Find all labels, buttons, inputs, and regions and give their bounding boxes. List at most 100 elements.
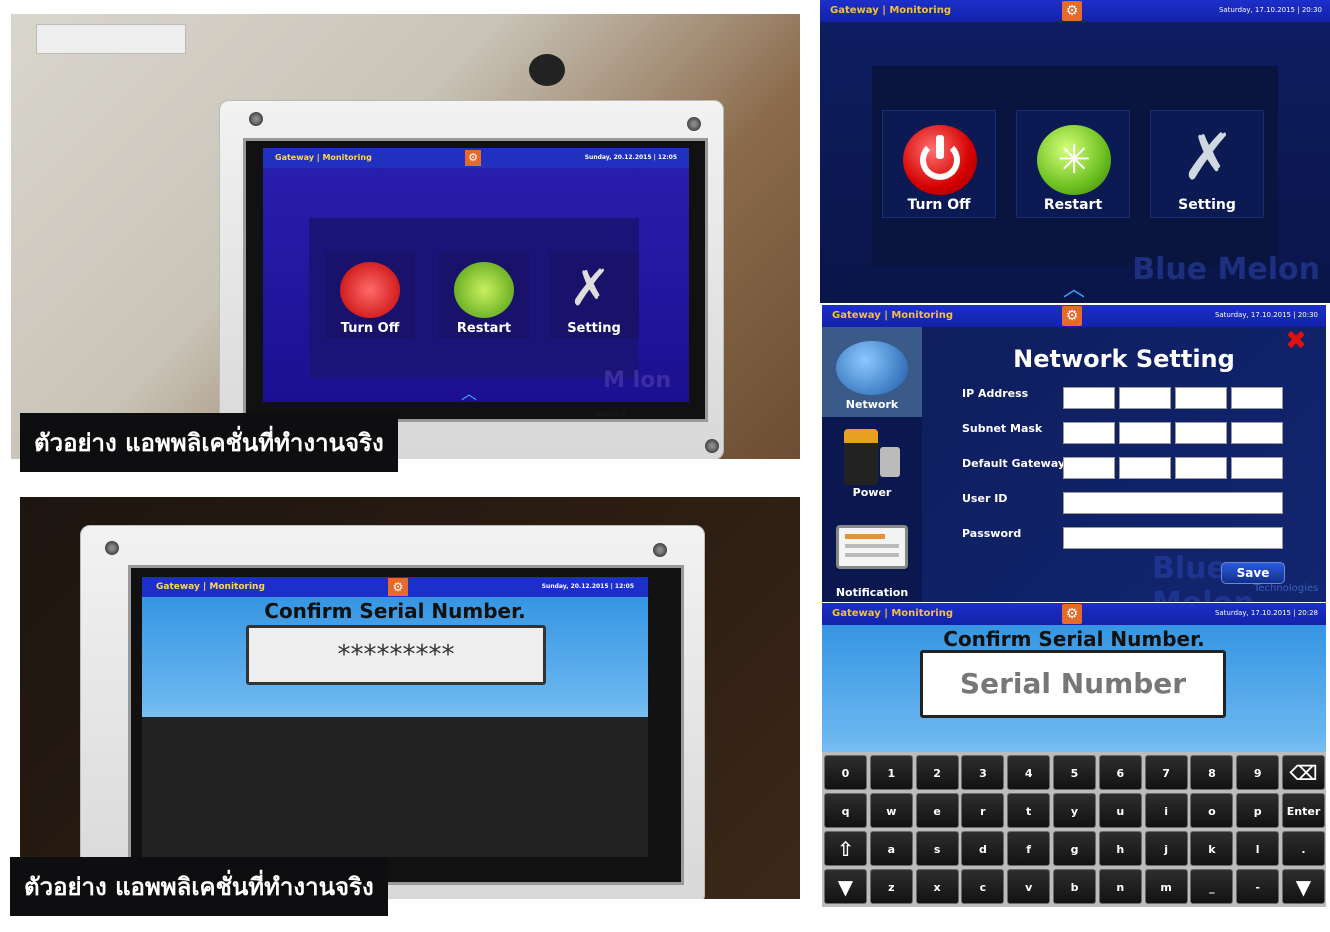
ip-octet-3-input[interactable] bbox=[1175, 387, 1227, 409]
key-s[interactable]: s bbox=[915, 831, 959, 866]
key-.[interactable]: . bbox=[1282, 831, 1325, 866]
mount-hole bbox=[529, 54, 565, 86]
key-g[interactable]: g bbox=[1053, 831, 1096, 866]
chevron-up-icon[interactable]: ︿ bbox=[461, 380, 477, 404]
key-r[interactable]: r bbox=[961, 793, 1005, 828]
ip-octet-2-input[interactable] bbox=[1119, 387, 1171, 409]
key-9[interactable]: 9 bbox=[1236, 755, 1280, 790]
key-y[interactable]: y bbox=[1053, 793, 1096, 828]
photo-tile-setting[interactable]: ✗ Setting bbox=[549, 252, 639, 338]
header-date: Saturday, 17.10.2015 | 20:30 bbox=[1214, 311, 1318, 319]
key-7[interactable]: 7 bbox=[1144, 755, 1188, 790]
photo-turn-off-label: Turn Off bbox=[340, 321, 400, 336]
key-j[interactable]: j bbox=[1144, 831, 1188, 866]
device-label: AA1031-5 bbox=[596, 411, 626, 418]
subnet-octet-2-input[interactable] bbox=[1119, 422, 1171, 444]
restart-icon bbox=[454, 262, 514, 318]
ip-octet-1-input[interactable] bbox=[1063, 387, 1115, 409]
screw bbox=[249, 112, 263, 126]
key-3[interactable]: 3 bbox=[961, 755, 1005, 790]
save-button[interactable]: Save bbox=[1221, 562, 1285, 584]
user-id-input[interactable] bbox=[1063, 492, 1283, 514]
key-5[interactable]: 5 bbox=[1053, 755, 1096, 790]
subnet-octet-3-input[interactable] bbox=[1175, 422, 1227, 444]
key-e[interactable]: e bbox=[915, 793, 959, 828]
backspace-key[interactable]: ⌫ bbox=[1282, 755, 1325, 790]
photo-tile-turn-off[interactable]: Turn Off bbox=[325, 252, 415, 338]
key-f[interactable]: f bbox=[1007, 831, 1051, 866]
password-input[interactable] bbox=[1063, 527, 1283, 549]
subnet-mask-label: Subnet Mask bbox=[962, 422, 1043, 435]
subnet-octet-4-input[interactable] bbox=[1231, 422, 1283, 444]
enter-key[interactable]: Enter bbox=[1282, 793, 1325, 828]
key-t[interactable]: t bbox=[1007, 793, 1051, 828]
nav-notification-label: Notification bbox=[835, 586, 909, 599]
serial-number-input[interactable]: Serial Number bbox=[920, 650, 1226, 718]
turn-off-label: Turn Off bbox=[907, 197, 971, 213]
gear-icon[interactable]: ⚙ bbox=[1062, 604, 1082, 624]
key-n[interactable]: n bbox=[1098, 869, 1142, 904]
ip-octet-4-input[interactable] bbox=[1231, 387, 1283, 409]
key-8[interactable]: 8 bbox=[1190, 755, 1234, 790]
key--[interactable]: - bbox=[1236, 869, 1280, 904]
gateway-octet-2-input[interactable] bbox=[1119, 457, 1171, 479]
photo-tile-restart[interactable]: Restart bbox=[439, 252, 529, 338]
key-h[interactable]: h bbox=[1098, 831, 1142, 866]
key-o[interactable]: o bbox=[1190, 793, 1234, 828]
key-v[interactable]: v bbox=[1007, 869, 1051, 904]
gear-icon[interactable]: ⚙ bbox=[388, 578, 408, 596]
gear-icon[interactable]: ⚙ bbox=[1062, 1, 1082, 21]
key-q[interactable]: q bbox=[824, 793, 867, 828]
key-6[interactable]: 6 bbox=[1098, 755, 1142, 790]
photo-screen: Gateway | Monitoring Sunday, 20.12.2015 … bbox=[263, 148, 689, 404]
nav-notification[interactable]: Notification bbox=[822, 515, 922, 601]
notification-board-icon bbox=[836, 525, 908, 569]
gear-icon[interactable]: ⚙ bbox=[1062, 306, 1082, 326]
hide-keyboard-key[interactable]: ▼ bbox=[824, 869, 867, 904]
key-x[interactable]: x bbox=[915, 869, 959, 904]
hide-keyboard-key-right[interactable]: ▼ bbox=[1282, 869, 1325, 904]
key-c[interactable]: c bbox=[961, 869, 1005, 904]
photo-serial-input[interactable]: ********* bbox=[246, 625, 546, 685]
chevron-up-icon[interactable]: ︿ bbox=[1054, 279, 1094, 301]
ip-address-label: IP Address bbox=[962, 387, 1029, 400]
power-icon bbox=[340, 262, 400, 318]
key-l[interactable]: l bbox=[1236, 831, 1280, 866]
key-d[interactable]: d bbox=[961, 831, 1005, 866]
subnet-octet-1-input[interactable] bbox=[1063, 422, 1115, 444]
gateway-octet-1-input[interactable] bbox=[1063, 457, 1115, 479]
key-0[interactable]: 0 bbox=[824, 755, 867, 790]
gear-icon[interactable]: ⚙ bbox=[465, 150, 481, 166]
key-m[interactable]: m bbox=[1144, 869, 1188, 904]
key-2[interactable]: 2 bbox=[915, 755, 959, 790]
nav-power[interactable]: Power bbox=[822, 423, 922, 507]
key-u[interactable]: u bbox=[1098, 793, 1142, 828]
header-title: Gateway | Monitoring bbox=[832, 310, 953, 321]
caption-photo-2: ตัวอย่าง แอพพลิเคชั่นที่ทำงานจริง bbox=[10, 857, 388, 916]
shift-key[interactable]: ⇧ bbox=[824, 831, 867, 866]
turn-off-button[interactable]: Turn Off bbox=[882, 110, 996, 218]
power-icon bbox=[903, 125, 977, 195]
key-4[interactable]: 4 bbox=[1007, 755, 1051, 790]
restart-button[interactable]: ✳ Restart bbox=[1016, 110, 1130, 218]
key-a[interactable]: a bbox=[869, 831, 913, 866]
default-gateway-label: Default Gateway bbox=[962, 457, 1066, 470]
watermark: Blue Melon bbox=[1132, 252, 1320, 287]
key-p[interactable]: p bbox=[1236, 793, 1280, 828]
key-b[interactable]: b bbox=[1053, 869, 1096, 904]
key-_[interactable]: _ bbox=[1190, 869, 1234, 904]
photo-serial-title: Confirm Serial Number. bbox=[264, 599, 526, 623]
user-id-label: User ID bbox=[962, 492, 1008, 505]
key-1[interactable]: 1 bbox=[869, 755, 913, 790]
nav-network[interactable]: Network bbox=[822, 327, 922, 417]
photo-setting-label: Setting bbox=[567, 321, 621, 336]
gateway-octet-4-input[interactable] bbox=[1231, 457, 1283, 479]
key-w[interactable]: w bbox=[869, 793, 913, 828]
key-k[interactable]: k bbox=[1190, 831, 1234, 866]
setting-button[interactable]: ✗ Setting bbox=[1150, 110, 1264, 218]
key-i[interactable]: i bbox=[1144, 793, 1188, 828]
close-icon[interactable]: ✖ bbox=[1284, 328, 1308, 354]
photo-watermark: M lon bbox=[603, 368, 671, 393]
gateway-octet-3-input[interactable] bbox=[1175, 457, 1227, 479]
key-z[interactable]: z bbox=[869, 869, 913, 904]
